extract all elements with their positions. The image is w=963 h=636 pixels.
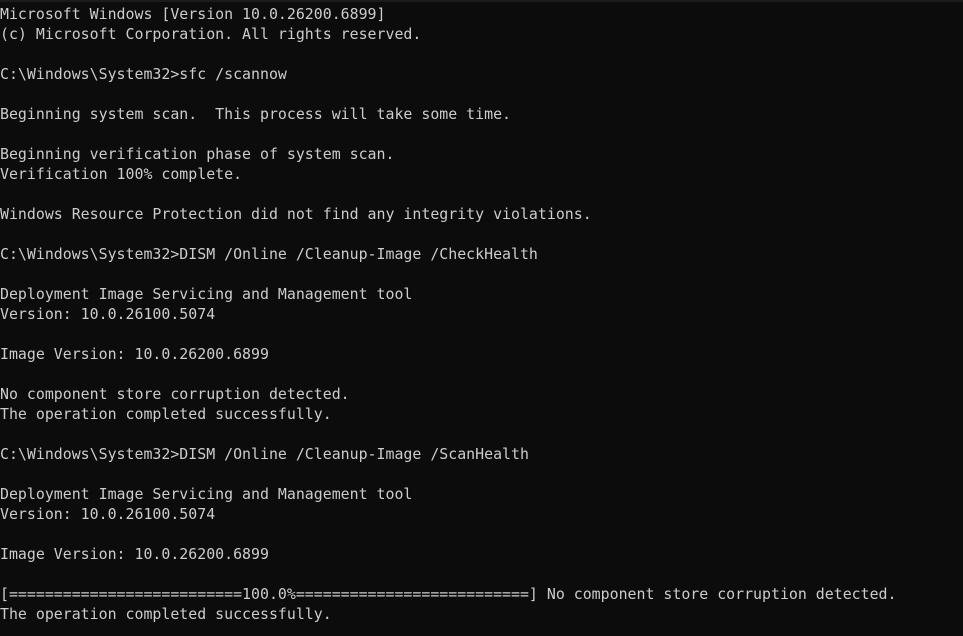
console-line-output: The operation completed successfully. bbox=[0, 605, 332, 623]
console-line-output: Version: 10.0.26100.5074 bbox=[0, 305, 216, 323]
console-line-copyright: (c) Microsoft Corporation. All rights re… bbox=[0, 25, 422, 43]
console-line-output: Version: 10.0.26100.5074 bbox=[0, 505, 216, 523]
console-line-output: Deployment Image Servicing and Managemen… bbox=[0, 485, 413, 503]
console-line-command-dism-check: C:\Windows\System32>DISM /Online /Cleanu… bbox=[0, 245, 538, 263]
console-line-banner: Microsoft Windows [Version 10.0.26200.68… bbox=[0, 5, 386, 23]
console-line-output: Windows Resource Protection did not find… bbox=[0, 205, 592, 223]
window-top-edge bbox=[0, 0, 963, 2]
console-window[interactable]: Microsoft Windows [Version 10.0.26200.68… bbox=[0, 0, 963, 636]
console-line-command-sfc: C:\Windows\System32>sfc /scannow bbox=[0, 65, 287, 83]
console-line-output: Verification 100% complete. bbox=[0, 165, 243, 183]
console-line-output: The operation completed successfully. bbox=[0, 405, 332, 423]
console-line-output: Beginning system scan. This process will… bbox=[0, 105, 512, 123]
console-line-output: Image Version: 10.0.26200.6899 bbox=[0, 345, 269, 363]
console-line-output: No component store corruption detected. bbox=[0, 385, 350, 403]
console-line-output: Beginning verification phase of system s… bbox=[0, 145, 395, 163]
console-line-progress-bar: [==========================100.0%=======… bbox=[0, 585, 897, 603]
console-line-output: Image Version: 10.0.26200.6899 bbox=[0, 545, 269, 563]
console-line-command-dism-scan: C:\Windows\System32>DISM /Online /Cleanu… bbox=[0, 445, 529, 463]
console-line-output: Deployment Image Servicing and Managemen… bbox=[0, 285, 413, 303]
